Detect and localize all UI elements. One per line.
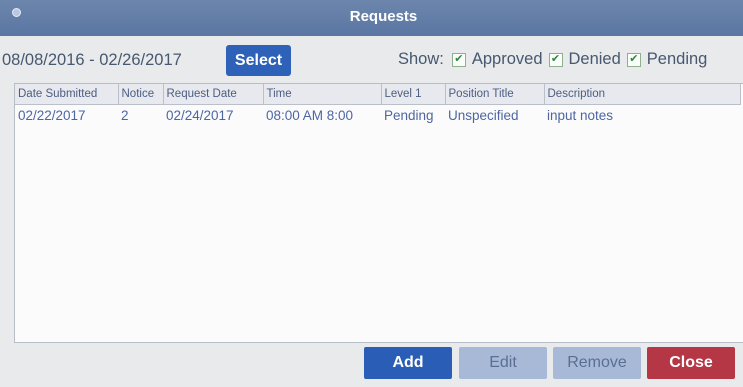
cell-date-submitted: 02/22/2017 xyxy=(18,107,86,123)
cell-level-1: Pending xyxy=(384,107,434,123)
window-title: Requests xyxy=(349,7,418,25)
select-date-button[interactable]: Select xyxy=(226,45,291,76)
col-description[interactable]: Description xyxy=(544,84,741,105)
pending-filter[interactable]: ✔ Pending xyxy=(625,50,708,69)
approved-checkbox[interactable]: ✔ xyxy=(451,52,466,67)
denied-checkbox[interactable]: ✔ xyxy=(548,52,563,67)
add-button[interactable]: Add xyxy=(364,347,452,379)
col-position-title[interactable]: Position Title xyxy=(445,84,545,105)
col-time[interactable]: Time xyxy=(263,84,382,105)
pending-checkbox[interactable]: ✔ xyxy=(626,52,641,67)
table-row[interactable]: 02/22/2017 2 02/24/2017 08:00 AM 8:00 Pe… xyxy=(15,104,740,126)
table-header-row: Date Submitted Notice Request Date Time … xyxy=(15,84,741,105)
approved-label: Approved xyxy=(471,50,543,68)
pending-label: Pending xyxy=(646,50,708,68)
cell-description: input notes xyxy=(547,107,614,123)
cell-time: 08:00 AM 8:00 xyxy=(266,107,354,123)
cell-position-title: Unspecified xyxy=(448,107,519,123)
denied-label: Denied xyxy=(568,50,621,68)
action-bar: Add Edit Remove Close xyxy=(0,346,743,387)
col-notice[interactable]: Notice xyxy=(118,84,164,105)
col-request-date[interactable]: Request Date xyxy=(163,84,264,105)
title-bar: Requests xyxy=(0,0,743,36)
col-level-1[interactable]: Level 1 xyxy=(381,84,446,105)
date-range-text: 08/08/2016 - 02/26/2017 xyxy=(2,51,182,69)
col-date-submitted[interactable]: Date Submitted xyxy=(15,84,119,105)
close-button[interactable]: Close xyxy=(647,347,735,379)
requests-window: Requests 08/08/2016 - 02/26/2017 Select … xyxy=(0,0,743,387)
filter-bar: 08/08/2016 - 02/26/2017 Select Show: ✔ A… xyxy=(0,40,743,82)
requests-table: Date Submitted Notice Request Date Time … xyxy=(15,84,741,126)
remove-button[interactable]: Remove xyxy=(553,347,641,379)
requests-table-container: Date Submitted Notice Request Date Time … xyxy=(14,83,743,343)
status-filter-group: Show: ✔ Approved ✔ Denied ✔ Pending xyxy=(398,50,711,69)
window-menu-icon[interactable] xyxy=(12,8,21,17)
approved-filter[interactable]: ✔ Approved xyxy=(450,50,543,69)
cell-request-date: 02/24/2017 xyxy=(166,107,234,123)
denied-filter[interactable]: ✔ Denied xyxy=(547,50,621,69)
edit-button[interactable]: Edit xyxy=(459,347,547,379)
show-label: Show: xyxy=(398,50,444,68)
cell-notice: 2 xyxy=(121,107,129,123)
